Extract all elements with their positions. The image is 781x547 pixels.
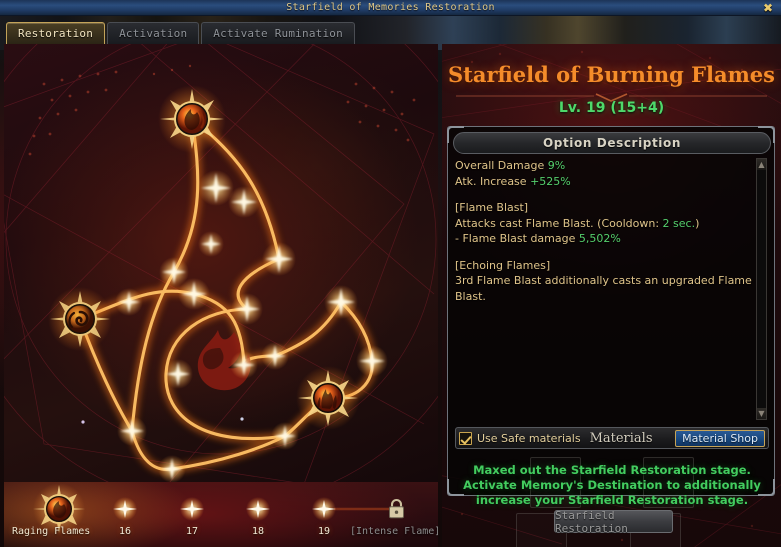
description-value: 2 sec. [662,216,696,230]
description-text: [Echoing Flames] [455,258,551,272]
description-value: +525% [530,174,571,188]
game-window: Starfield of Memories Restoration ✖ Rest… [0,0,781,547]
description-text: ) [695,216,700,230]
description-text: - Flame Blast damage [455,232,579,245]
node-orb-bottom-right [296,366,360,430]
description-text: Atk. Increase [455,174,531,188]
restoration-progress-track[interactable]: Raging Flames 16 17 18 19 [Intense Flame… [4,482,438,547]
option-description-text: Overall Damage 9% Atk. Increase +525% [Fla… [455,158,759,420]
scroll-down-icon[interactable]: ▼ [757,408,766,419]
scroll-up-icon[interactable]: ▲ [757,159,766,170]
node-orb-left [48,287,112,351]
description-line: - Flame Blast damage 5,502% [455,231,759,247]
description-line: 3rd Flame Blast additionally casts an up… [455,273,759,304]
node-orb-top [158,85,226,153]
tab-activation[interactable]: Activation [107,22,200,44]
description-value: 5,502% [578,232,621,245]
description-line: Overall Damage 9% [455,158,759,174]
description-value: 9% [547,159,566,172]
tab-bar: Restoration Activation Activate Ruminati… [0,16,781,44]
track-node-label-16: 16 [119,526,132,537]
description-line: Atk. Increase +525% [455,174,759,190]
status-message-line: increase your Starfield Restoration stag… [475,493,749,507]
description-text: Attacks cast Flame Blast. (Cooldown: [455,216,663,230]
option-description-header: Option Description [453,132,771,154]
constellation-svg [4,44,438,482]
materials-row: Use Safe materials Materials Material Sh… [455,427,769,449]
description-line: [Flame Blast] [455,200,759,216]
constellation-map[interactable] [4,44,438,482]
description-line: Attacks cast Flame Blast. (Cooldown: 2 s… [455,216,759,232]
track-locked-label: [Intense Flame] [350,526,438,537]
use-safe-materials-label[interactable]: Use Safe materials [477,432,581,445]
description-text: 3rd Flame Blast additionally casts an up… [455,274,752,303]
page-title: Starfield of Burning Flames [448,62,775,87]
description-scrollbar[interactable]: ▲ ▼ [756,158,767,420]
lock-icon [389,498,404,519]
status-message-line: Activate Memory's Destination to additio… [463,478,761,492]
status-message-line: Maxed out the Starfield Restoration stag… [473,463,751,477]
main-content: Raging Flames 16 17 18 19 [Intense Flame… [0,44,781,547]
description-text: Overall Damage [455,159,548,172]
detail-panel: Starfield of Burning Flames Lv. 19 (15+4… [442,44,781,547]
description-line: [Echoing Flames] [455,258,759,274]
starfield-restoration-button[interactable]: Starfield Restoration [554,509,673,535]
description-spacer [455,189,759,200]
description-spacer [455,247,759,258]
skill-level: Lv. 19 (15+4) [558,100,665,116]
option-description-box: Option Description Overall Damage 9% Atk.… [447,126,775,547]
use-safe-materials-checkbox[interactable] [459,431,472,445]
track-svg [33,483,404,535]
material-shop-button[interactable]: Material Shop [675,429,765,447]
window-titlebar: Starfield of Memories Restoration ✖ [0,0,781,16]
option-description-title: Option Description [542,136,682,150]
track-start-label: Raging Flames [12,526,91,537]
description-text: [Flame Blast] [455,201,529,214]
track-node-label-17: 17 [186,526,199,537]
tab-restoration[interactable]: Restoration [6,22,106,44]
tab-activate-rumination[interactable]: Activate Rumination [201,22,355,44]
track-node-label-19: 19 [318,526,331,537]
status-message: Maxed out the Starfield Restoration stag… [458,463,766,508]
track-node-label-18: 18 [252,526,265,537]
window-title: Starfield of Memories Restoration [286,2,495,13]
materials-label: Materials [589,430,653,446]
close-icon[interactable]: ✖ [761,1,775,15]
